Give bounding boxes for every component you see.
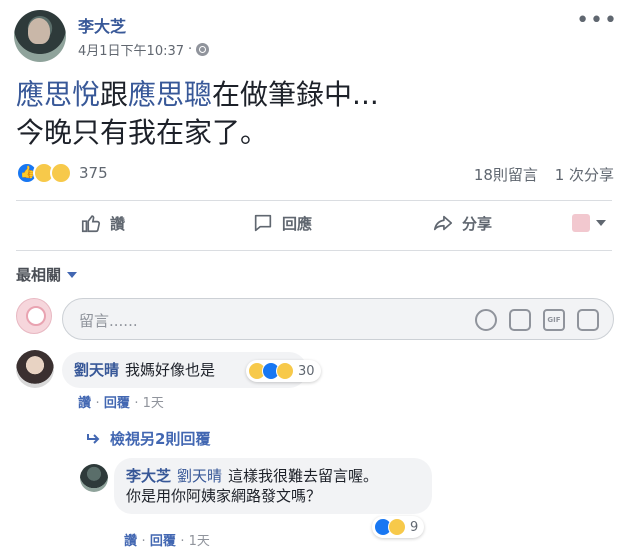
gif-icon[interactable]: GIF (543, 309, 565, 331)
reply-reaction-count: 9 (410, 519, 419, 535)
comment-time[interactable]: 1天 (143, 396, 164, 411)
comment-reaction-count: 30 (298, 363, 315, 379)
engagement-counts: 18則留言 1 次分享 (462, 164, 614, 185)
haha-reaction-icon (50, 162, 72, 184)
reply-actions: 讚 · 回覆 · 1天 (124, 534, 210, 549)
post-as-selector[interactable] (572, 214, 606, 232)
post-text: 應思悅跟應思聰在做筆錄中... 今晚只有我在家了。 (16, 76, 379, 152)
post-text-rest: 在做筆錄中... (212, 78, 379, 111)
comment-button-label: 回應 (282, 214, 313, 233)
tagged-person-2[interactable]: 應思聰 (128, 78, 212, 111)
comment-button[interactable]: 回應 (252, 212, 312, 234)
share-button-label: 分享 (462, 214, 493, 233)
reply-author-avatar[interactable] (80, 464, 108, 492)
comment-like-link[interactable]: 讚 (78, 396, 91, 411)
more-icon[interactable]: ••• (576, 8, 618, 33)
reply-text-1: 這樣我很難去留言喔。 (228, 467, 379, 485)
view-more-replies-label: 檢視另2則回覆 (110, 430, 211, 448)
reply-text-2: 你是用你阿姨家網路發文嗎？ (126, 487, 322, 505)
chevron-down-icon (596, 220, 606, 226)
sticker-icon[interactable] (577, 309, 599, 331)
like-button[interactable]: 讚 (80, 212, 125, 234)
reply-reactions[interactable]: 9 (372, 516, 425, 538)
comment-input-icons: GIF (475, 309, 599, 331)
page-avatar (572, 214, 590, 232)
post-author-name[interactable]: 李大芝 (78, 13, 126, 37)
author-avatar[interactable] (14, 10, 66, 62)
comment-icon (254, 214, 272, 232)
meta-separator: · (188, 42, 193, 57)
divider-top (16, 200, 612, 201)
view-more-replies[interactable]: 檢視另2則回覆 (86, 428, 210, 449)
post-meta: 4月1日下午10:37 · (78, 40, 210, 59)
comment-reactions[interactable]: 30 (246, 360, 321, 382)
reply-arrow-icon (87, 433, 100, 444)
comments-count[interactable]: 18則留言 (474, 166, 538, 184)
reactions-summary[interactable]: 375 (16, 162, 108, 184)
reply-mention[interactable]: 劉天晴 (177, 467, 222, 485)
post-text-line-1: 應思悅跟應思聰在做筆錄中... (16, 76, 379, 114)
reaction-count: 375 (79, 164, 108, 182)
tagged-person-1[interactable]: 應思悅 (16, 78, 100, 111)
haha-reaction-icon (388, 518, 406, 536)
post-timestamp[interactable]: 4月1日下午10:37 (78, 40, 184, 59)
post-text-line-2: 今晚只有我在家了。 (16, 116, 269, 149)
comment-text: 我媽好像也是 (125, 361, 216, 379)
chevron-down-icon (67, 271, 78, 278)
reply-line-1: 李大芝 劉天晴 這樣我很難去留言喔。 (126, 466, 420, 486)
globe-icon (196, 43, 210, 56)
divider-bottom (16, 250, 612, 251)
reply-like-link[interactable]: 讚 (124, 534, 137, 549)
share-icon (433, 215, 453, 231)
comment-input-placeholder: 留言...... (79, 312, 138, 330)
comment-reply-link[interactable]: 回覆 (104, 396, 130, 411)
commenter-avatar[interactable] (16, 350, 54, 388)
like-icon (81, 215, 101, 233)
emoji-icon[interactable] (475, 309, 497, 331)
reply-author[interactable]: 李大芝 (126, 467, 171, 485)
shares-count[interactable]: 1 次分享 (555, 166, 614, 184)
post-text-conjunction: 跟 (100, 78, 129, 111)
camera-icon[interactable] (509, 309, 531, 331)
comment-author[interactable]: 劉天晴 (74, 361, 119, 379)
comment-sort-dropdown[interactable]: 最相關 (16, 264, 78, 285)
current-user-avatar (16, 298, 52, 334)
sort-label: 最相關 (16, 266, 62, 284)
comment-actions: 讚 · 回覆 · 1天 (78, 396, 164, 411)
share-button[interactable]: 分享 (432, 212, 492, 234)
comment-input[interactable]: 留言...... GIF (62, 298, 614, 340)
wow-reaction-icon (276, 362, 294, 380)
reply-bubble: 李大芝 劉天晴 這樣我很難去留言喔。 你是用你阿姨家網路發文嗎？ (114, 458, 432, 514)
reply-reply-link[interactable]: 回覆 (150, 534, 176, 549)
like-button-label: 讚 (110, 214, 126, 233)
reply-time[interactable]: 1天 (189, 534, 210, 549)
